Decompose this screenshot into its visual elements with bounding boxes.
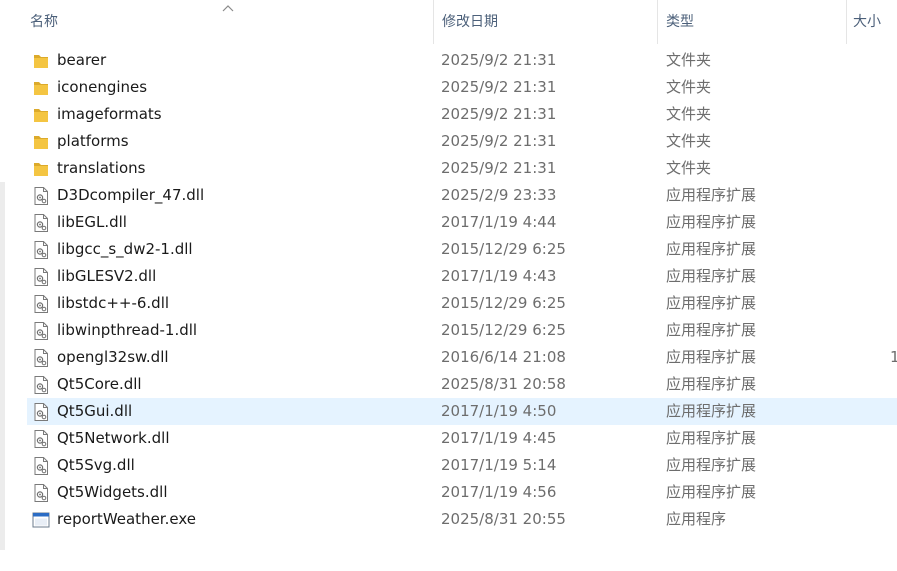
- folder-icon: [31, 159, 51, 179]
- file-name: libwinpthread-1.dll: [57, 321, 198, 339]
- file-type: 文件夹: [666, 51, 712, 69]
- file-modified-date: 2015/12/29 6:25: [441, 294, 566, 312]
- exe-file-icon: [31, 510, 51, 530]
- file-modified-date: 2025/8/31 20:58: [441, 375, 566, 393]
- file-name: Qt5Widgets.dll: [57, 483, 168, 501]
- file-name: libstdc++-6.dll: [57, 294, 170, 312]
- file-name: imageformats: [57, 105, 162, 123]
- file-name: Qt5Gui.dll: [57, 402, 133, 420]
- column-header-date[interactable]: 修改日期: [433, 0, 656, 44]
- folder-icon: [31, 78, 51, 98]
- dll-file-icon: [31, 348, 51, 368]
- file-row[interactable]: libgcc_s_dw2-1.dll 2015/12/29 6:25 应用程序扩展: [27, 236, 897, 263]
- dll-file-icon: [31, 402, 51, 422]
- file-modified-date: 2017/1/19 4:43: [441, 267, 557, 285]
- file-row[interactable]: D3Dcompiler_47.dll 2025/2/9 23:33 应用程序扩展: [27, 182, 897, 209]
- file-name: libgcc_s_dw2-1.dll: [57, 240, 193, 258]
- file-row[interactable]: libGLESV2.dll 2017/1/19 4:43 应用程序扩展: [27, 263, 897, 290]
- file-type: 文件夹: [666, 78, 712, 96]
- sort-ascending-icon: [222, 5, 234, 12]
- file-type: 应用程序扩展: [666, 456, 757, 474]
- dll-file-icon: [31, 456, 51, 476]
- file-name: Qt5Network.dll: [57, 429, 170, 447]
- file-row[interactable]: imageformats 2025/9/2 21:31 文件夹: [27, 101, 897, 128]
- file-modified-date: 2025/2/9 23:33: [441, 186, 557, 204]
- folder-icon: [31, 105, 51, 125]
- file-modified-date: 2015/12/29 6:25: [441, 321, 566, 339]
- file-type: 应用程序: [666, 510, 727, 528]
- column-header-bar: 名称 修改日期 类型 大小: [0, 0, 897, 44]
- file-row[interactable]: reportWeather.exe 2025/8/31 20:55 应用程序: [27, 506, 897, 533]
- file-row[interactable]: libstdc++-6.dll 2015/12/29 6:25 应用程序扩展: [27, 290, 897, 317]
- file-row[interactable]: Qt5Widgets.dll 2017/1/19 4:56 应用程序扩展: [27, 479, 897, 506]
- column-header-size[interactable]: 大小: [846, 0, 897, 44]
- file-row[interactable]: libEGL.dll 2017/1/19 4:44 应用程序扩展: [27, 209, 897, 236]
- file-row[interactable]: Qt5Core.dll 2025/8/31 20:58 应用程序扩展: [27, 371, 897, 398]
- file-modified-date: 2025/8/31 20:55: [441, 510, 566, 528]
- file-name: Qt5Core.dll: [57, 375, 142, 393]
- file-type: 应用程序扩展: [666, 213, 757, 231]
- left-pane-edge: [0, 182, 5, 550]
- file-type: 应用程序扩展: [666, 429, 757, 447]
- file-name: opengl32sw.dll: [57, 348, 169, 366]
- file-name: libEGL.dll: [57, 213, 127, 231]
- file-modified-date: 2017/1/19 5:14: [441, 456, 557, 474]
- file-modified-date: 2025/9/2 21:31: [441, 78, 557, 96]
- dll-file-icon: [31, 375, 51, 395]
- file-modified-date: 2025/9/2 21:31: [441, 105, 557, 123]
- file-row[interactable]: bearer 2025/9/2 21:31 文件夹: [27, 47, 897, 74]
- file-type: 应用程序扩展: [666, 186, 757, 204]
- file-name: reportWeather.exe: [57, 510, 196, 528]
- file-type: 应用程序扩展: [666, 375, 757, 393]
- file-modified-date: 2017/1/19 4:44: [441, 213, 557, 231]
- file-name: Qt5Svg.dll: [57, 456, 135, 474]
- file-modified-date: 2017/1/19 4:56: [441, 483, 557, 501]
- file-type: 文件夹: [666, 105, 712, 123]
- file-name: translations: [57, 159, 146, 177]
- file-list-view: 名称 修改日期 类型 大小 bearer 2025/9/2 21:31 文件夹 ico…: [0, 0, 897, 571]
- folder-icon: [31, 132, 51, 152]
- column-header-type[interactable]: 类型: [657, 0, 845, 44]
- dll-file-icon: [31, 429, 51, 449]
- dll-file-icon: [31, 213, 51, 233]
- file-type: 应用程序扩展: [666, 294, 757, 312]
- dll-file-icon: [31, 294, 51, 314]
- file-modified-date: 2017/1/19 4:50: [441, 402, 557, 420]
- file-name: iconengines: [57, 78, 148, 96]
- file-name: D3Dcompiler_47.dll: [57, 186, 205, 204]
- file-type: 应用程序扩展: [666, 348, 757, 366]
- file-modified-date: 2016/6/14 21:08: [441, 348, 566, 366]
- file-type: 应用程序扩展: [666, 267, 757, 285]
- dll-file-icon: [31, 321, 51, 341]
- file-modified-date: 2017/1/19 4:45: [441, 429, 557, 447]
- file-name: libGLESV2.dll: [57, 267, 157, 285]
- file-type: 文件夹: [666, 159, 712, 177]
- file-modified-date: 2025/9/2 21:31: [441, 132, 557, 150]
- file-type: 应用程序扩展: [666, 240, 757, 258]
- file-type: 文件夹: [666, 132, 712, 150]
- file-row[interactable]: Qt5Network.dll 2017/1/19 4:45 应用程序扩展: [27, 425, 897, 452]
- file-row[interactable]: translations 2025/9/2 21:31 文件夹: [27, 155, 897, 182]
- folder-icon: [31, 51, 51, 71]
- file-row[interactable]: Qt5Gui.dll 2017/1/19 4:50 应用程序扩展: [27, 398, 897, 425]
- file-size: 1: [890, 348, 897, 366]
- file-modified-date: 2015/12/29 6:25: [441, 240, 566, 258]
- file-row[interactable]: platforms 2025/9/2 21:31 文件夹: [27, 128, 897, 155]
- file-name: bearer: [57, 51, 107, 69]
- file-type: 应用程序扩展: [666, 402, 757, 420]
- file-name: platforms: [57, 132, 129, 150]
- file-modified-date: 2025/9/2 21:31: [441, 51, 557, 69]
- dll-file-icon: [31, 267, 51, 287]
- file-row[interactable]: iconengines 2025/9/2 21:31 文件夹: [27, 74, 897, 101]
- dll-file-icon: [31, 186, 51, 206]
- dll-file-icon: [31, 240, 51, 260]
- file-row[interactable]: opengl32sw.dll 2016/6/14 21:08 应用程序扩展 1: [27, 344, 897, 371]
- file-row[interactable]: libwinpthread-1.dll 2015/12/29 6:25 应用程序扩展: [27, 317, 897, 344]
- file-type: 应用程序扩展: [666, 321, 757, 339]
- dll-file-icon: [31, 483, 51, 503]
- file-row[interactable]: Qt5Svg.dll 2017/1/19 5:14 应用程序扩展: [27, 452, 897, 479]
- file-rows: bearer 2025/9/2 21:31 文件夹 iconengines 2025/9…: [27, 47, 897, 533]
- file-type: 应用程序扩展: [666, 483, 757, 501]
- file-modified-date: 2025/9/2 21:31: [441, 159, 557, 177]
